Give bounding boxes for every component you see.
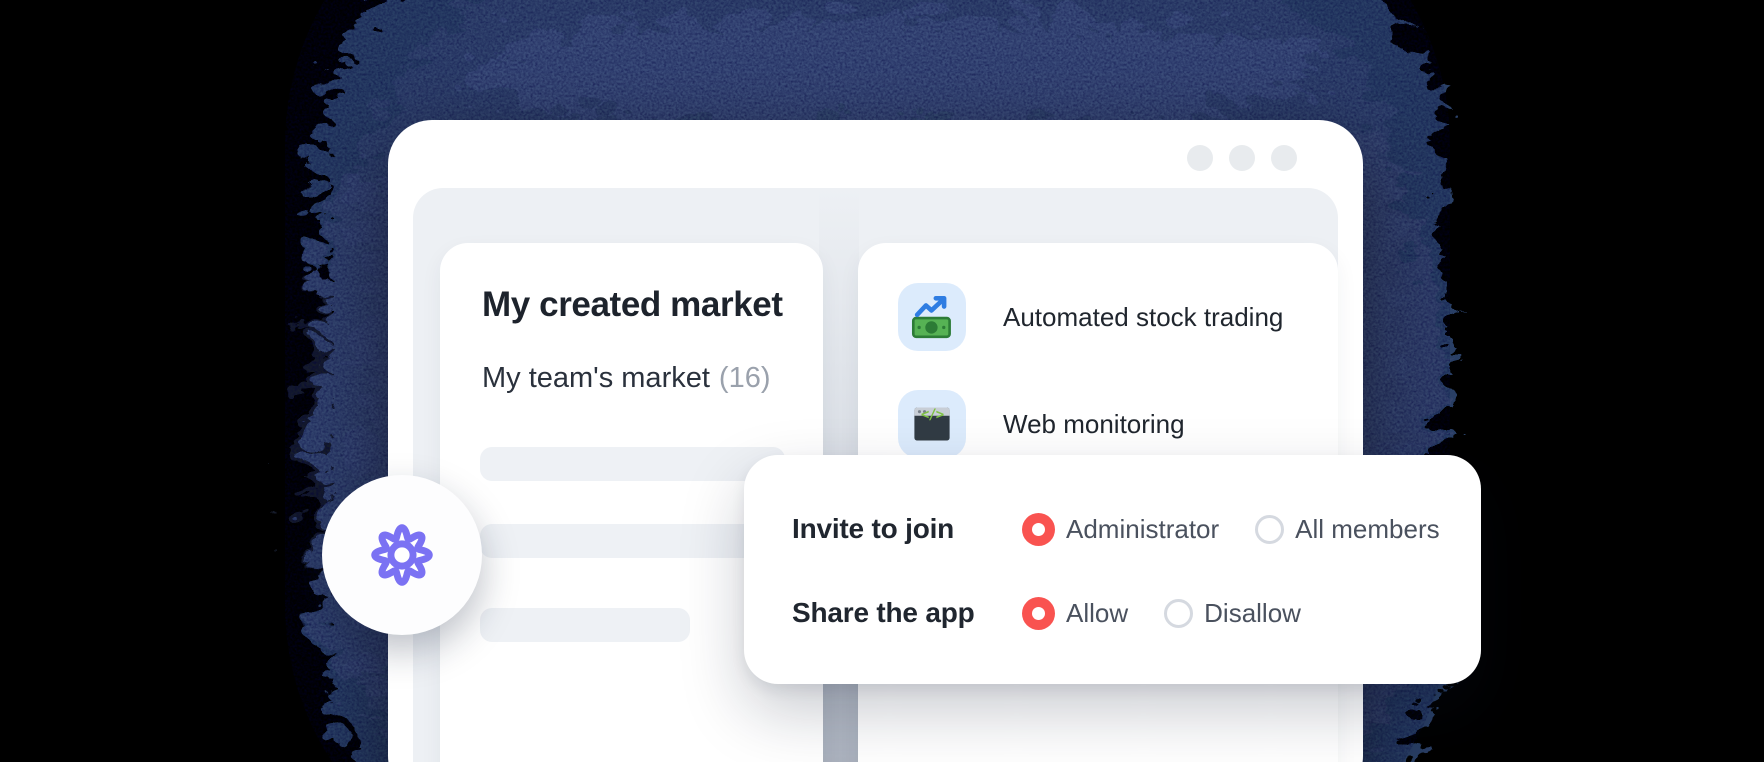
share-setting-row: Share the app Allow Disallow [792,593,1451,633]
skeleton-bar [480,447,785,481]
stock-trading-icon [898,283,966,351]
code-glyph: </> [920,407,944,423]
radio-option-allow[interactable]: Allow [1022,596,1129,630]
setting-label: Invite to join [792,513,955,544]
gear-icon [371,524,433,586]
radio-unselected-icon[interactable] [1255,514,1285,544]
skeleton-bar [480,524,785,558]
radio-option-all-members[interactable]: All members [1255,513,1440,545]
illustration-canvas: My created market My team's market(16) [0,0,1764,762]
radio-option-administrator[interactable]: Administrator [1022,512,1220,546]
radio-selected-icon[interactable] [1022,596,1055,630]
list-item-stock-trading[interactable]: Automated stock trading [898,283,1314,351]
radio-option-label: Administrator [1066,513,1220,544]
window-control-dot[interactable] [1229,145,1255,171]
invite-setting-row: Invite to join Administrator All members [792,509,1451,549]
list-item-label: Automated stock trading [1003,301,1284,332]
list-item-web-monitoring[interactable]: </> Web monitoring [898,390,1314,458]
radio-selected-icon[interactable] [1022,512,1055,546]
settings-popover: Invite to join Administrator All members… [744,455,1481,684]
team-market-nav-item[interactable]: My team's market (16) [482,362,771,395]
radio-unselected-icon[interactable] [1164,598,1194,628]
page-title: My created market [482,285,783,324]
window-control-dot[interactable] [1271,145,1297,171]
skeleton-bar [480,608,690,642]
radio-option-disallow[interactable]: Disallow [1164,598,1301,629]
radio-option-label: All members [1295,513,1440,544]
list-item-label: Web monitoring [1003,408,1185,439]
web-monitoring-icon: </> [898,390,966,458]
settings-badge[interactable] [322,475,482,635]
radio-option-label: Allow [1066,597,1129,628]
window-control-dot[interactable] [1187,145,1213,171]
team-market-count: (16) [718,362,771,394]
radio-option-label: Disallow [1204,597,1301,628]
team-market-label: My team's market [482,362,710,394]
setting-label: Share the app [792,597,975,628]
